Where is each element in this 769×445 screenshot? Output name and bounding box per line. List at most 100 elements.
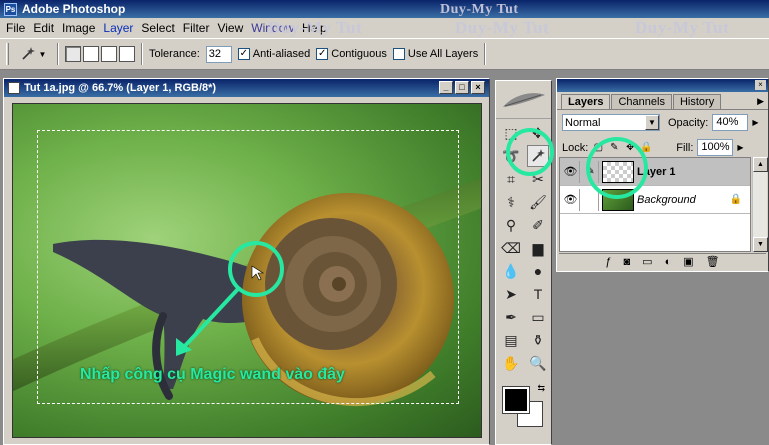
palette-menu-icon[interactable]: ▶ [757, 94, 764, 109]
lock-position-icon[interactable]: ✥ [624, 142, 636, 154]
type-tool-icon[interactable]: T [527, 283, 549, 305]
marquee-tool-icon[interactable]: ⬚ [500, 122, 522, 144]
chevron-down-icon: ▼ [645, 115, 659, 130]
adjustment-layer-icon[interactable]: ◐ [665, 256, 672, 268]
lock-all-icon[interactable]: 🔒 [640, 142, 652, 154]
foreground-color-swatch[interactable] [502, 386, 530, 414]
lock-transparency-icon[interactable]: ▢ [592, 142, 604, 154]
layer-row-background[interactable]: 👁 Background 🔒 [560, 186, 750, 214]
brush-tool-icon[interactable]: 🖌 [527, 191, 549, 213]
tolerance-input[interactable] [205, 45, 232, 63]
healing-brush-icon[interactable]: ⚕ [500, 191, 522, 213]
layer-style-icon[interactable]: ƒ [605, 256, 611, 268]
watermark-text: Duy-My Tut [440, 2, 519, 17]
tolerance-label: Tolerance: [149, 48, 200, 60]
layers-scrollbar[interactable]: ▲ ▼ [752, 157, 768, 252]
layers-list: 👁 ✎ Layer 1 👁 Background 🔒 [559, 157, 751, 252]
checkbox-box: ✓ [316, 48, 329, 60]
path-selection-icon[interactable]: ➤ [500, 283, 522, 305]
opacity-input[interactable]: 40% [712, 114, 749, 131]
scroll-down-icon[interactable]: ▼ [753, 237, 768, 252]
layer-mask-icon[interactable]: ◙ [624, 256, 631, 268]
layer-name: Layer 1 [637, 165, 676, 178]
move-tool-icon[interactable]: ✥ [527, 122, 549, 144]
eye-icon[interactable]: 👁 [562, 188, 580, 211]
selection-mode-group [65, 46, 135, 62]
snail-photo [13, 104, 481, 437]
slice-tool-icon[interactable]: ✂ [527, 168, 549, 190]
menu-layer[interactable]: Layer [99, 19, 137, 37]
palette-titlebar[interactable]: × [557, 79, 768, 92]
maximize-button[interactable]: □ [455, 81, 469, 94]
menu-file[interactable]: File [2, 19, 29, 37]
minimize-button[interactable]: _ [439, 81, 453, 94]
lasso-tool-icon[interactable]: ➰ [500, 145, 522, 167]
layer-thumbnail [602, 160, 634, 183]
color-swatches: ⇆ [501, 383, 547, 429]
use-all-layers-checkbox[interactable]: Use All Layers [392, 48, 479, 60]
new-group-icon[interactable]: ▭ [642, 255, 652, 268]
eraser-tool-icon[interactable]: ⌫ [500, 237, 522, 259]
document-titlebar[interactable]: Tut 1a.jpg @ 66.7% (Layer 1, RGB/8*) [4, 79, 489, 97]
anti-aliased-checkbox[interactable]: ✓ Anti-aliased [237, 48, 310, 60]
shape-tool-icon[interactable]: ▭ [527, 306, 549, 328]
tab-channels[interactable]: Channels [611, 94, 672, 109]
magic-wand-tool-icon[interactable] [527, 145, 549, 167]
brush-link-icon[interactable]: ✎ [583, 160, 599, 183]
photoshop-app: Ps Adobe Photoshop File Edit Image Layer… [0, 0, 769, 445]
magic-wand-icon [21, 47, 35, 60]
blur-tool-icon[interactable]: 💧 [500, 260, 522, 282]
close-button[interactable]: × [471, 81, 485, 94]
document-icon [8, 82, 20, 94]
subtract-from-selection-button[interactable] [101, 46, 117, 62]
swap-colors-icon[interactable]: ⇆ [537, 383, 545, 394]
divider [141, 43, 143, 65]
menu-image[interactable]: Image [58, 19, 99, 37]
contiguous-checkbox[interactable]: ✓ Contiguous [316, 48, 387, 60]
divider [57, 43, 59, 65]
fill-input[interactable]: 100% [697, 139, 734, 156]
hand-tool-icon[interactable]: ✋ [500, 352, 522, 374]
clone-stamp-icon[interactable]: ⚲ [500, 214, 522, 236]
use-all-layers-label: Use All Layers [407, 48, 479, 60]
crop-tool-icon[interactable]: ⌗ [500, 168, 522, 190]
lock-image-icon[interactable]: ✎ [608, 142, 620, 154]
layer-row-layer-1[interactable]: 👁 ✎ Layer 1 [560, 158, 750, 186]
dodge-tool-icon[interactable]: ● [527, 260, 549, 282]
lock-label: Lock: [562, 141, 589, 154]
eye-icon[interactable]: 👁 [562, 160, 580, 183]
new-selection-button[interactable] [65, 46, 81, 62]
trash-icon[interactable]: 🗑 [706, 255, 720, 268]
history-brush-icon[interactable]: ✐ [527, 214, 549, 236]
intersect-selection-button[interactable] [119, 46, 135, 62]
fill-label: Fill: [676, 141, 694, 154]
tab-layers[interactable]: Layers [561, 94, 611, 109]
link-slot[interactable] [583, 188, 599, 211]
eyedropper-icon[interactable]: ⚱ [527, 329, 549, 351]
menu-select[interactable]: Select [137, 19, 178, 37]
document-window: Tut 1a.jpg @ 66.7% (Layer 1, RGB/8*) _ □… [3, 78, 490, 445]
add-to-selection-button[interactable] [83, 46, 99, 62]
pen-tool-icon[interactable]: ✒ [500, 306, 522, 328]
close-icon[interactable]: × [755, 80, 766, 90]
photoshop-logo-icon: Ps [4, 2, 17, 16]
new-layer-icon[interactable]: ▣ [683, 255, 693, 268]
fill-slider-arrow-icon[interactable]: ▶ [737, 143, 743, 152]
canvas[interactable] [12, 103, 482, 438]
zoom-tool-icon[interactable]: 🔍 [527, 352, 549, 374]
menu-edit[interactable]: Edit [29, 19, 58, 37]
opacity-slider-arrow-icon[interactable]: ▶ [752, 118, 758, 127]
notes-tool-icon[interactable]: ▤ [500, 329, 522, 351]
menu-view[interactable]: View [213, 19, 247, 37]
palette-footer: ƒ ◙ ▭ ◐ ▣ 🗑 [559, 253, 766, 269]
tab-history[interactable]: History [672, 94, 722, 109]
layers-palette: × Layers Channels History ▶ Normal ▼ Opa… [556, 78, 769, 272]
toolbox-header[interactable] [496, 81, 551, 119]
tool-preset-picker[interactable]: ▼ [15, 43, 51, 65]
options-grip[interactable] [6, 43, 9, 65]
menu-filter[interactable]: Filter [179, 19, 214, 37]
gradient-tool-icon[interactable]: ▆ [527, 237, 549, 259]
blend-mode-select[interactable]: Normal ▼ [562, 114, 660, 131]
scroll-up-icon[interactable]: ▲ [753, 157, 768, 172]
opacity-label: Opacity: [668, 116, 709, 129]
